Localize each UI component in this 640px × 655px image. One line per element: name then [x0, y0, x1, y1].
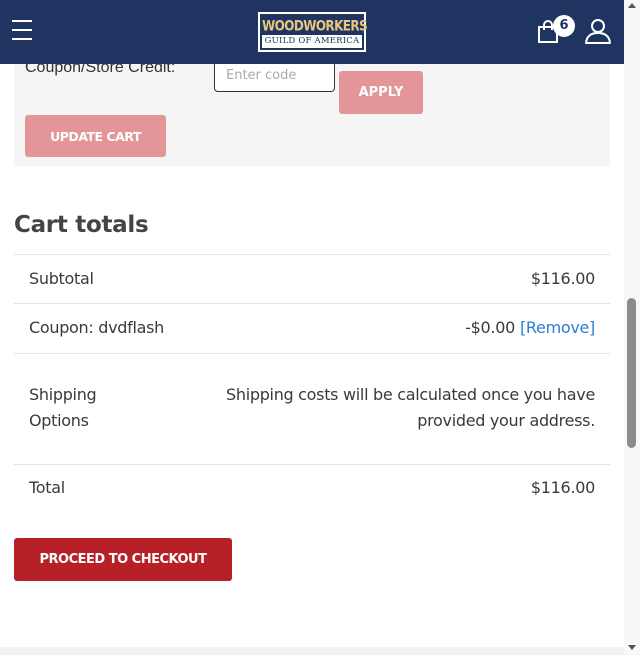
scrollbar-thumb[interactable] — [627, 298, 636, 448]
cart-totals-heading: Cart totals — [14, 212, 149, 238]
shipping-message: Shipping costs will be calculated once y… — [226, 385, 595, 430]
cart-totals-table: Subtotal $116.00 Coupon: dvdflash -$0.00… — [14, 254, 610, 513]
logo-subtitle: GUILD OF AMERICA — [262, 35, 362, 48]
total-value: $116.00 — [530, 478, 595, 497]
site-header: WOODWORKERS GUILD OF AMERICA 6 — [0, 0, 624, 64]
coupon-applied-label: Coupon: dvdflash — [29, 318, 165, 337]
shipping-label: Shipping Options — [29, 385, 97, 430]
shipping-row: Shipping Options Shipping costs will be … — [14, 354, 610, 465]
coupon-discount-amount: -$0.00 — [465, 318, 515, 337]
subtotal-row: Subtotal $116.00 — [14, 255, 610, 304]
subtotal-label: Subtotal — [29, 269, 94, 288]
update-cart-button[interactable]: UPDATE CART — [25, 115, 166, 157]
total-row: Total $116.00 — [14, 465, 610, 513]
total-label: Total — [29, 478, 65, 497]
user-account-icon[interactable] — [584, 17, 612, 45]
cart-count-badge[interactable]: 6 — [553, 15, 575, 37]
site-logo[interactable]: WOODWORKERS GUILD OF AMERICA — [258, 12, 368, 52]
coupon-row: Coupon: dvdflash -$0.00 [Remove] — [14, 304, 610, 354]
proceed-to-checkout-button[interactable]: PROCEED TO CHECKOUT — [14, 538, 232, 581]
scroll-down-arrow-icon[interactable] — [628, 645, 636, 650]
remove-coupon-link[interactable]: [Remove] — [520, 318, 595, 337]
hamburger-menu-icon[interactable] — [12, 20, 34, 44]
scroll-up-arrow-icon[interactable] — [628, 3, 636, 8]
apply-coupon-button[interactable]: APPLY — [339, 71, 423, 114]
page-scrollbar[interactable] — [624, 0, 640, 655]
footer-divider — [0, 647, 624, 655]
coupon-discount-value: -$0.00 [Remove] — [465, 318, 595, 337]
subtotal-value: $116.00 — [530, 269, 595, 288]
